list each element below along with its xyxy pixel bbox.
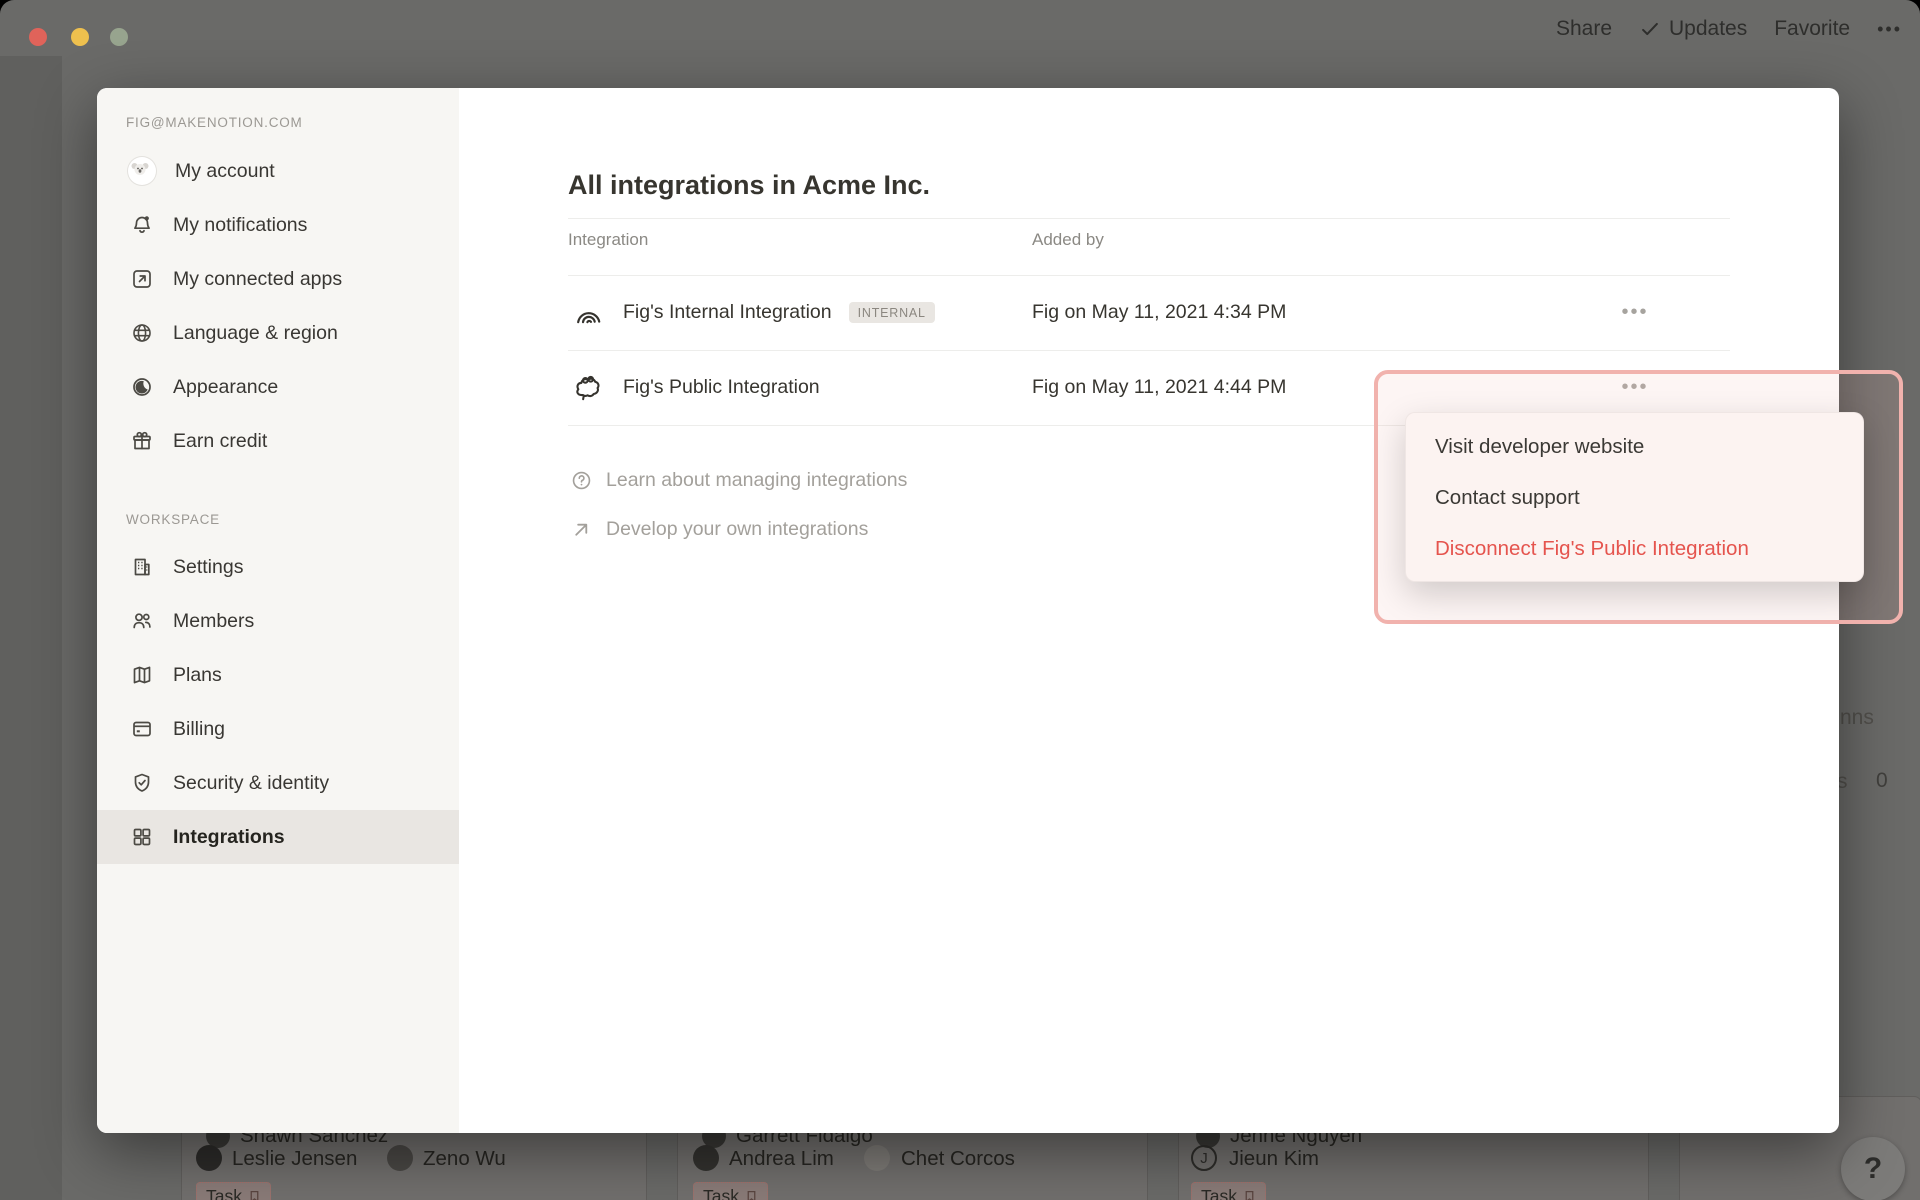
sidebar-item-my-notifications[interactable]: My notifications bbox=[97, 198, 459, 252]
task-chip-label: Task bbox=[1201, 1186, 1237, 1200]
sidebar-item-label: Integrations bbox=[173, 826, 285, 849]
sidebar-item-integrations[interactable]: Integrations bbox=[97, 810, 459, 864]
grid-icon bbox=[130, 825, 154, 849]
row-more-button[interactable]: ••• bbox=[1602, 275, 1668, 350]
settings-sidebar: FIG@MAKENOTION.COM My account My notific… bbox=[97, 88, 459, 1133]
dimmed-app-sidebar bbox=[0, 56, 62, 1200]
develop-integrations-link[interactable]: Develop your own integrations bbox=[570, 518, 868, 541]
share-label: Share bbox=[1556, 17, 1612, 41]
credit-card-icon bbox=[130, 717, 154, 741]
task-chip-icon bbox=[248, 1190, 261, 1200]
updates-label: Updates bbox=[1669, 17, 1747, 41]
added-by-value: Fig on May 11, 2021 4:34 PM bbox=[1032, 275, 1286, 350]
sidebar-item-my-account[interactable]: My account bbox=[97, 144, 459, 198]
shield-check-icon bbox=[130, 771, 154, 795]
koala-avatar-icon bbox=[128, 157, 156, 185]
task-chip-label: Task bbox=[206, 1186, 242, 1200]
favorite-button[interactable]: Favorite bbox=[1774, 17, 1850, 41]
learn-integrations-label: Learn about managing integrations bbox=[606, 469, 907, 492]
question-circle-icon bbox=[570, 469, 593, 492]
menu-item-disconnect-integration[interactable]: Disconnect Fig's Public Integration bbox=[1406, 523, 1863, 574]
menu-item-contact-support[interactable]: Contact support bbox=[1406, 472, 1863, 523]
avatar bbox=[693, 1145, 719, 1171]
account-email: FIG@MAKENOTION.COM bbox=[126, 115, 303, 130]
page-toolbar: Share Updates Favorite ••• bbox=[1556, 17, 1902, 41]
avatar bbox=[864, 1145, 890, 1171]
members-icon bbox=[130, 609, 154, 633]
table-top-divider bbox=[568, 218, 1730, 219]
updates-button[interactable]: Updates bbox=[1639, 17, 1747, 41]
added-by-value: Fig on May 11, 2021 4:44 PM bbox=[1032, 350, 1286, 425]
favorite-label: Favorite bbox=[1774, 17, 1850, 41]
develop-integrations-label: Develop your own integrations bbox=[606, 518, 868, 541]
minimize-button[interactable] bbox=[71, 28, 89, 46]
table-row-internal-integration[interactable]: Fig's Internal Integration INTERNAL Fig … bbox=[97, 275, 1839, 350]
check-icon bbox=[1639, 18, 1661, 40]
learn-integrations-link[interactable]: Learn about managing integrations bbox=[570, 469, 907, 492]
sidebar-item-security-identity[interactable]: Security & identity bbox=[97, 756, 459, 810]
sidebar-item-billing[interactable]: Billing bbox=[97, 702, 459, 756]
integration-name: Fig's Public Integration bbox=[623, 376, 820, 399]
sidebar-item-members[interactable]: Members bbox=[97, 594, 459, 648]
board-member-name: Jieun Kim bbox=[1229, 1147, 1319, 1171]
internal-badge: INTERNAL bbox=[849, 302, 935, 323]
arrow-up-right-icon bbox=[570, 518, 593, 541]
task-chip: Task bbox=[1191, 1182, 1266, 1200]
board-member-name: Andrea Lim bbox=[729, 1147, 834, 1171]
gift-icon bbox=[130, 429, 154, 453]
sidebar-item-label: My account bbox=[175, 160, 275, 183]
task-chip-label: Task bbox=[703, 1186, 739, 1200]
board-member-name: Chet Corcos bbox=[901, 1147, 1015, 1171]
integration-context-menu: Visit developer website Contact support … bbox=[1405, 412, 1864, 582]
sidebar-item-label: Security & identity bbox=[173, 772, 329, 795]
task-chip-icon bbox=[1243, 1190, 1256, 1200]
integration-name: Fig's Internal Integration bbox=[623, 301, 832, 324]
clipped-count-fragment: 0 bbox=[1876, 769, 1888, 793]
share-button[interactable]: Share bbox=[1556, 17, 1612, 41]
sidebar-item-label: Plans bbox=[173, 664, 222, 687]
map-icon bbox=[130, 663, 154, 687]
task-chip-icon bbox=[745, 1190, 758, 1200]
help-button[interactable]: ? bbox=[1841, 1137, 1905, 1200]
sidebar-item-label: Billing bbox=[173, 718, 225, 741]
workspace-nav: Settings Members Plans Billing Security … bbox=[97, 540, 459, 864]
close-button[interactable] bbox=[29, 28, 47, 46]
workspace-section-heading: WORKSPACE bbox=[126, 512, 220, 527]
doodle-integration-icon bbox=[572, 371, 605, 404]
sidebar-item-label: Earn credit bbox=[173, 430, 267, 453]
task-chip: Task bbox=[196, 1182, 271, 1200]
column-header-integration: Integration bbox=[568, 230, 648, 250]
sidebar-item-label: My notifications bbox=[173, 214, 307, 237]
bell-icon bbox=[130, 213, 154, 237]
avatar bbox=[196, 1145, 222, 1171]
sidebar-item-plans[interactable]: Plans bbox=[97, 648, 459, 702]
clipped-text-fragment: nns bbox=[1840, 706, 1874, 730]
zoom-button[interactable] bbox=[110, 28, 128, 46]
page-title: All integrations in Acme Inc. bbox=[568, 170, 930, 201]
app-window: Share Updates Favorite ••• Shawn Sanchez… bbox=[0, 0, 1920, 1200]
settings-dialog: FIG@MAKENOTION.COM My account My notific… bbox=[97, 88, 1839, 1133]
sidebar-item-label: Settings bbox=[173, 556, 243, 579]
avatar-initial: J bbox=[1200, 1150, 1208, 1167]
menu-item-visit-developer-website[interactable]: Visit developer website bbox=[1406, 421, 1863, 472]
window-more-button[interactable]: ••• bbox=[1877, 19, 1902, 40]
sidebar-item-label: Members bbox=[173, 610, 254, 633]
avatar-letter: J bbox=[1191, 1145, 1217, 1171]
column-header-added-by: Added by bbox=[1032, 230, 1104, 250]
arcs-integration-icon bbox=[572, 296, 605, 329]
board-member-name: Leslie Jensen bbox=[232, 1147, 357, 1171]
help-question-mark: ? bbox=[1864, 1152, 1882, 1186]
window-more-dots: ••• bbox=[1877, 19, 1902, 40]
board-member-name: Zeno Wu bbox=[423, 1147, 506, 1171]
task-chip: Task bbox=[693, 1182, 768, 1200]
avatar bbox=[387, 1145, 413, 1171]
building-icon bbox=[130, 555, 154, 579]
sidebar-item-settings[interactable]: Settings bbox=[97, 540, 459, 594]
